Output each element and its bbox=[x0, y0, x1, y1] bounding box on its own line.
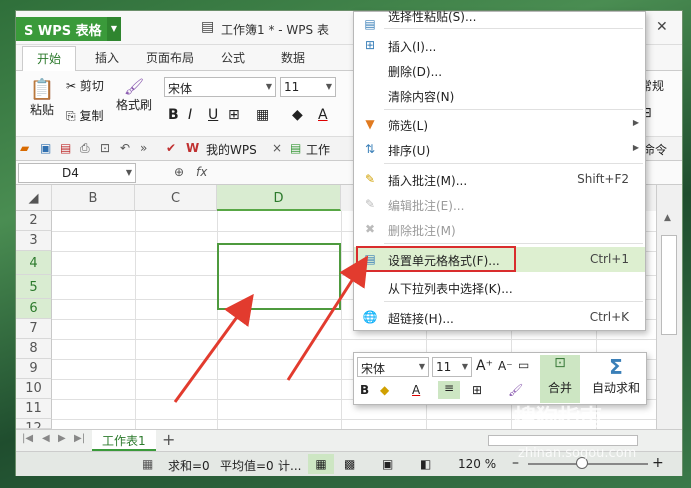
watermark-logo: 搜狗指南 bbox=[514, 406, 603, 431]
arrow-to-format-cells bbox=[286, 255, 369, 381]
arrow-to-selection bbox=[173, 293, 254, 403]
watermark-url: zhinan.sogou.com bbox=[518, 446, 637, 461]
